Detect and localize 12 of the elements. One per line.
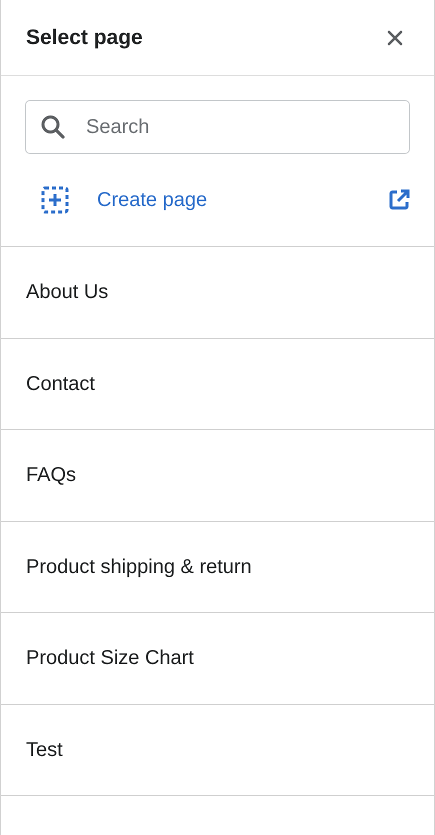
page-item[interactable]: Test <box>26 734 63 765</box>
add-page-icon <box>41 186 69 214</box>
panel-title: Select page <box>26 24 143 51</box>
page-item[interactable]: About Us <box>26 277 108 308</box>
page-item[interactable]: FAQs <box>26 460 76 490</box>
search-field[interactable]: Search <box>25 100 410 154</box>
search-icon <box>40 114 66 140</box>
page-item[interactable]: Contact <box>26 368 95 399</box>
page-item[interactable]: Product shipping & return <box>26 552 252 582</box>
external-link-icon[interactable] <box>388 189 410 211</box>
page-item[interactable]: Product Size Chart <box>26 643 194 674</box>
create-page-link[interactable]: Create page <box>41 185 208 215</box>
